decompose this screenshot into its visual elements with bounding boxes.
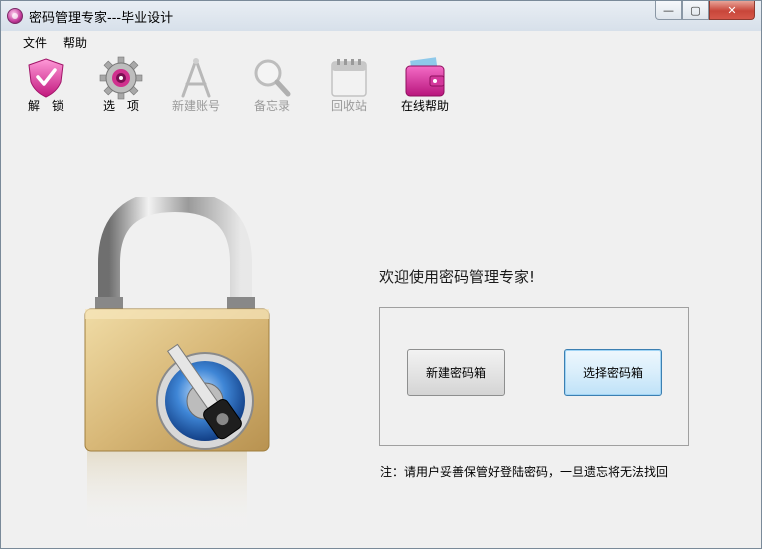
app-window: 密码管理专家---毕业设计 — ▢ ✕ 文件 帮助 解 锁 选 项 新建账号 备… (0, 0, 762, 549)
window-title: 密码管理专家---毕业设计 (29, 11, 174, 26)
title-bar[interactable]: 密码管理专家---毕业设计 — ▢ ✕ (1, 1, 761, 31)
password-warning-note: 注：请用户妥善保管好登陆密码，一旦遗忘将无法找回 (380, 465, 669, 479)
toolbar-new-account[interactable]: 新建账号 (161, 53, 231, 115)
toolbar-options[interactable]: 选 项 (86, 53, 156, 115)
app-icon[interactable] (7, 8, 23, 24)
toolbar-online-help[interactable]: 在线帮助 (390, 53, 460, 115)
toolbar-label: 在线帮助 (400, 99, 449, 113)
close-button[interactable]: ✕ (709, 1, 755, 20)
toolbar-label: 备忘录 (253, 99, 290, 113)
toolbar-label: 新建账号 (171, 99, 220, 113)
calendar-icon (331, 59, 367, 97)
magnifier-icon (254, 59, 291, 97)
gear-icon (99, 56, 143, 100)
window-controls: — ▢ ✕ (655, 1, 755, 21)
vault-action-panel: 新建密码箱 选择密码箱 (379, 307, 689, 446)
welcome-text: 欢迎使用密码管理专家! (379, 268, 536, 286)
menu-help[interactable]: 帮助 (55, 34, 95, 51)
toolbar-memo[interactable]: 备忘录 (237, 53, 307, 115)
toolbar-label: 回收站 (330, 99, 367, 113)
shield-heart-icon (28, 58, 64, 98)
minimize-button[interactable]: — (655, 1, 682, 20)
maximize-button[interactable]: ▢ (682, 1, 709, 20)
menu-bar: 文件 帮助 (1, 31, 761, 53)
drafting-compass-icon (181, 58, 211, 98)
select-vault-button[interactable]: 选择密码箱 (564, 349, 662, 396)
menu-file[interactable]: 文件 (15, 34, 55, 51)
new-vault-button[interactable]: 新建密码箱 (407, 349, 505, 396)
toolbar-recycle-bin[interactable]: 回收站 (314, 53, 384, 115)
toolbar: 解 锁 选 项 新建账号 备忘录 回收站 在线帮助 (1, 53, 761, 115)
toolbar-label: 解 锁 (27, 99, 64, 113)
toolbar-label: 选 项 (102, 99, 139, 113)
wallet-icon (405, 57, 445, 97)
toolbar-unlock[interactable]: 解 锁 (11, 53, 81, 115)
padlock-key-illustration (84, 197, 270, 537)
